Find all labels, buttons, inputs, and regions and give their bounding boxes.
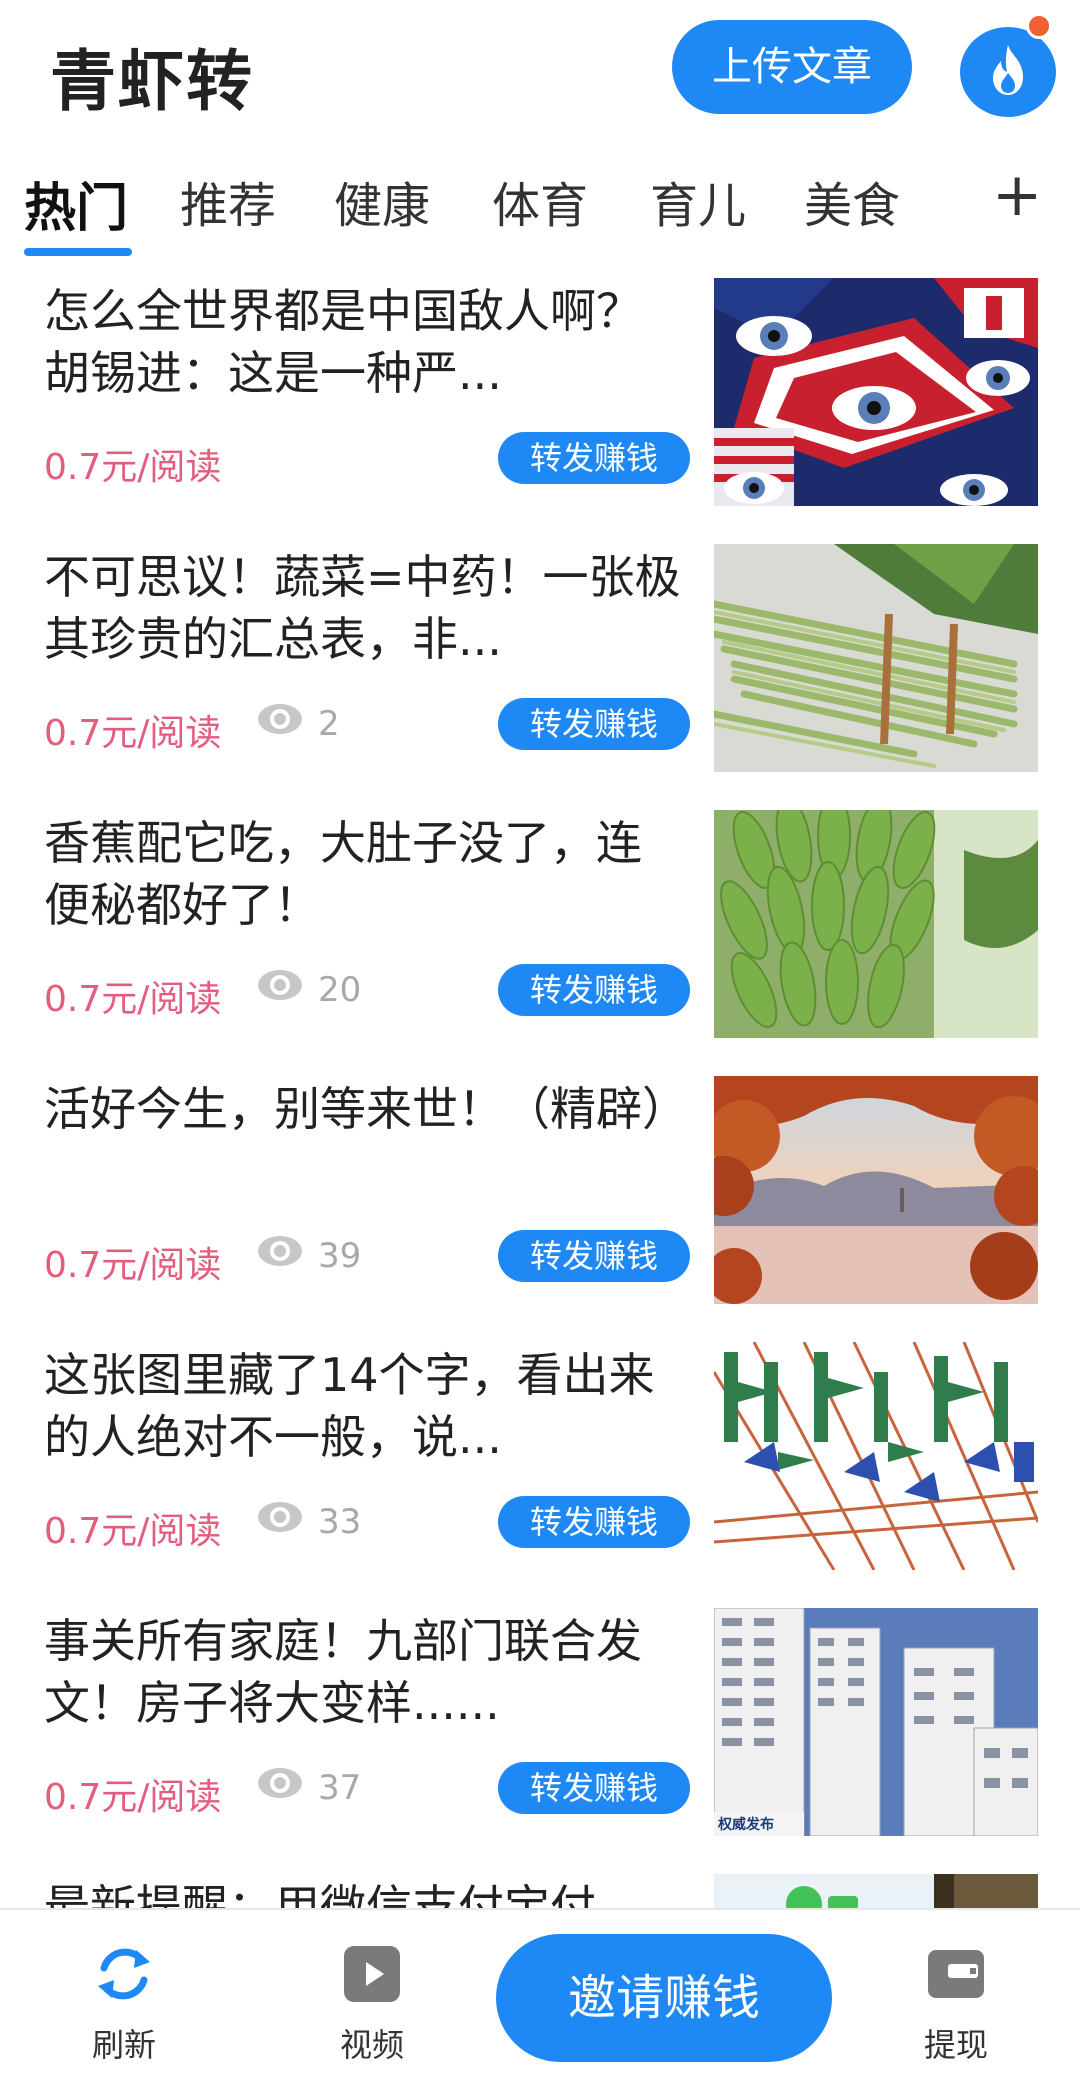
upload-article-button[interactable]: 上传文章: [672, 20, 912, 114]
hot-fire-button[interactable]: [960, 13, 1056, 117]
share-earn-button[interactable]: 转发赚钱: [498, 698, 690, 750]
article-item[interactable]: 最新提醒：用微信支付宝付: [0, 1864, 1080, 1908]
app-title: 青虾转: [50, 43, 254, 120]
tab-sports[interactable]: 体育: [492, 166, 588, 236]
eye-icon: [256, 1500, 304, 1543]
article-title[interactable]: 这张图里藏了14个字，看出来的人绝对不一般，说...: [44, 1344, 684, 1468]
tab-parenting[interactable]: 育儿: [650, 166, 746, 236]
eye-icon: [256, 702, 304, 745]
bottom-navigation: 刷新 视频 邀请赚钱 提现: [0, 1908, 1080, 2086]
article-thumbnail[interactable]: [714, 1342, 1038, 1570]
article-feed: 怎么全世界都是中国敌人啊？胡锡进：这是一种严... 0.7元/阅读 转发赚钱 不…: [0, 268, 1080, 1908]
notification-dot: [1026, 13, 1052, 39]
view-count-value: 2: [318, 703, 340, 744]
tab-hot[interactable]: 热门: [24, 166, 128, 241]
price-per-read: 0.7元/阅读: [44, 1245, 222, 1286]
nav-withdraw[interactable]: 提现: [886, 1942, 1026, 2066]
share-earn-button[interactable]: 转发赚钱: [498, 964, 690, 1016]
nav-video-label: 视频: [339, 2026, 404, 2064]
tab-health[interactable]: 健康: [334, 166, 430, 236]
fire-icon: [985, 43, 1031, 101]
view-count-value: 37: [318, 1767, 362, 1808]
view-count-value: 33: [318, 1501, 362, 1542]
article-item[interactable]: 事关所有家庭！九部门联合发文！房子将大变样...... 0.7元/阅读 37 转…: [0, 1598, 1080, 1864]
share-earn-button[interactable]: 转发赚钱: [498, 1230, 690, 1282]
view-count: 39: [256, 1234, 361, 1277]
article-title[interactable]: 怎么全世界都是中国敌人啊？胡锡进：这是一种严...: [44, 280, 684, 404]
price-per-read: 0.7元/阅读: [44, 713, 222, 754]
video-play-icon: [340, 1946, 404, 2010]
eye-icon: [256, 1234, 304, 1277]
tab-food[interactable]: 美食: [804, 166, 900, 236]
article-thumbnail[interactable]: [714, 1076, 1038, 1304]
nav-video[interactable]: 视频: [302, 1942, 442, 2066]
wallet-icon: [924, 1950, 988, 2010]
plus-icon[interactable]: +: [992, 160, 1042, 230]
view-count: 2: [256, 702, 340, 745]
article-thumbnail[interactable]: [714, 1874, 1038, 1908]
refresh-icon: [92, 1948, 156, 2010]
app-header: 青虾转 上传文章: [0, 0, 1080, 140]
article-thumbnail[interactable]: [714, 810, 1038, 1038]
active-tab-indicator: [24, 248, 132, 256]
article-item[interactable]: 香蕉配它吃，大肚子没了，连便秘都好了！ 0.7元/阅读 20 转发赚钱: [0, 800, 1080, 1066]
article-item[interactable]: 这张图里藏了14个字，看出来的人绝对不一般，说... 0.7元/阅读 33 转发…: [0, 1332, 1080, 1598]
share-earn-button[interactable]: 转发赚钱: [498, 1762, 690, 1814]
eye-icon: [256, 968, 304, 1011]
article-item[interactable]: 不可思议！蔬菜=中药！一张极其珍贵的汇总表，非... 0.7元/阅读 2 转发赚…: [0, 534, 1080, 800]
share-earn-button[interactable]: 转发赚钱: [498, 1496, 690, 1548]
article-title[interactable]: 活好今生，别等来世！（精辟）: [44, 1078, 684, 1140]
price-per-read: 0.7元/阅读: [44, 447, 222, 488]
nav-withdraw-label: 提现: [923, 2026, 988, 2064]
share-earn-button[interactable]: 转发赚钱: [498, 432, 690, 484]
price-per-read: 0.7元/阅读: [44, 1511, 222, 1552]
category-tabs: 热门 推荐 健康 体育 育儿 美食 +: [0, 152, 1080, 262]
view-count: 37: [256, 1766, 361, 1809]
view-count-value: 39: [318, 1235, 362, 1276]
article-item[interactable]: 怎么全世界都是中国敌人啊？胡锡进：这是一种严... 0.7元/阅读 转发赚钱: [0, 268, 1080, 534]
thumbnail-caption: 权威发布: [718, 1817, 774, 1833]
article-thumbnail[interactable]: 权威发布: [714, 1608, 1038, 1836]
nav-refresh-label: 刷新: [91, 2026, 156, 2064]
view-count-value: 20: [318, 969, 362, 1010]
article-thumbnail[interactable]: [714, 278, 1038, 506]
article-title[interactable]: 香蕉配它吃，大肚子没了，连便秘都好了！: [44, 812, 684, 936]
price-per-read: 0.7元/阅读: [44, 979, 222, 1020]
tab-recommend[interactable]: 推荐: [180, 166, 276, 236]
nav-refresh[interactable]: 刷新: [54, 1942, 194, 2066]
view-count: 33: [256, 1500, 361, 1543]
article-title[interactable]: 事关所有家庭！九部门联合发文！房子将大变样......: [44, 1610, 684, 1734]
article-title[interactable]: 不可思议！蔬菜=中药！一张极其珍贵的汇总表，非...: [44, 546, 684, 670]
invite-earn-button[interactable]: 邀请赚钱: [496, 1934, 832, 2062]
article-item[interactable]: 活好今生，别等来世！（精辟） 0.7元/阅读 39 转发赚钱: [0, 1066, 1080, 1332]
article-thumbnail[interactable]: [714, 544, 1038, 772]
view-count: 20: [256, 968, 361, 1011]
eye-icon: [256, 1766, 304, 1809]
article-title[interactable]: 最新提醒：用微信支付宝付: [44, 1876, 684, 1908]
price-per-read: 0.7元/阅读: [44, 1777, 222, 1818]
